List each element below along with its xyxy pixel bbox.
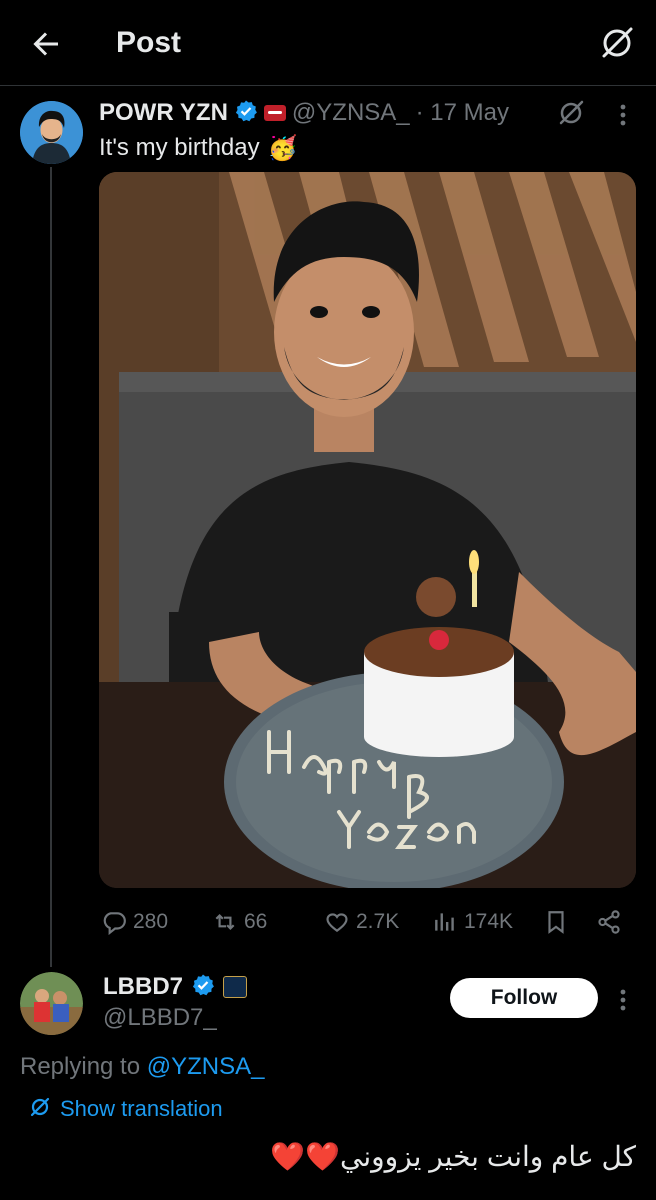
thread-connector	[50, 167, 52, 967]
reply-count: 280	[133, 910, 169, 933]
tweet-text: It's my birthday 🥳	[99, 133, 298, 163]
grok-icon[interactable]	[556, 98, 586, 128]
share-button[interactable]	[596, 904, 622, 940]
views-count: 174K	[464, 910, 514, 933]
repost-button[interactable]: 66	[212, 904, 267, 940]
author-handle[interactable]: @YZNSA_	[292, 99, 410, 127]
tweet-author-row: POWR YZN @YZNSA_ · 17 May	[99, 98, 509, 128]
follow-button[interactable]: Follow	[450, 978, 598, 1018]
share-icon	[598, 910, 620, 934]
more-options-icon[interactable]	[612, 985, 634, 1015]
avatar[interactable]	[20, 101, 83, 164]
bookmark-button[interactable]	[543, 904, 569, 940]
replying-prefix: Replying to	[20, 1053, 141, 1080]
views-button[interactable]: 174K	[432, 904, 513, 940]
reply-text: كل عام وانت بخير يزووني❤️❤️	[270, 1141, 636, 1172]
replying-to: Replying to @YZNSA_	[20, 1053, 264, 1081]
show-translation-button[interactable]: Show translation	[28, 1094, 223, 1124]
like-count: 2.7K	[356, 910, 400, 933]
reply-author-name[interactable]: LBBD7	[103, 973, 183, 1001]
reply-icon	[103, 912, 126, 935]
bookmark-icon	[548, 911, 564, 934]
grok-icon[interactable]	[598, 24, 636, 62]
page-title: Post	[116, 26, 182, 59]
show-translation-label: Show translation	[60, 1096, 223, 1121]
author-name[interactable]: POWR YZN	[99, 99, 228, 127]
reply-button[interactable]: 280	[101, 904, 168, 940]
tweet-photo[interactable]	[99, 172, 636, 888]
tweet-body: It's my birthday	[99, 134, 260, 161]
replying-handle-link[interactable]: @YZNSA_	[147, 1053, 265, 1080]
reply-author-handle[interactable]: @LBBD7_	[103, 1004, 217, 1032]
heart-icon	[326, 913, 348, 932]
more-options-icon[interactable]	[612, 100, 634, 130]
repost-count: 66	[244, 910, 268, 933]
grok-icon	[28, 1095, 52, 1124]
verified-badge-icon	[191, 973, 215, 1002]
back-arrow-icon[interactable]	[28, 26, 64, 62]
top-bar: Post	[0, 0, 656, 86]
party-emoji: 🥳	[267, 134, 298, 162]
repost-icon	[215, 913, 235, 931]
reply-author-row: LBBD7	[103, 972, 248, 1002]
like-button[interactable]: 2.7K	[324, 904, 399, 940]
affiliation-badge-icon	[263, 105, 286, 121]
analytics-icon	[435, 913, 454, 931]
affiliation-badge-icon	[223, 976, 248, 998]
verified-badge-icon	[234, 99, 258, 128]
tweet-date[interactable]: · 17 May	[416, 99, 509, 127]
reply-avatar[interactable]	[20, 972, 83, 1035]
